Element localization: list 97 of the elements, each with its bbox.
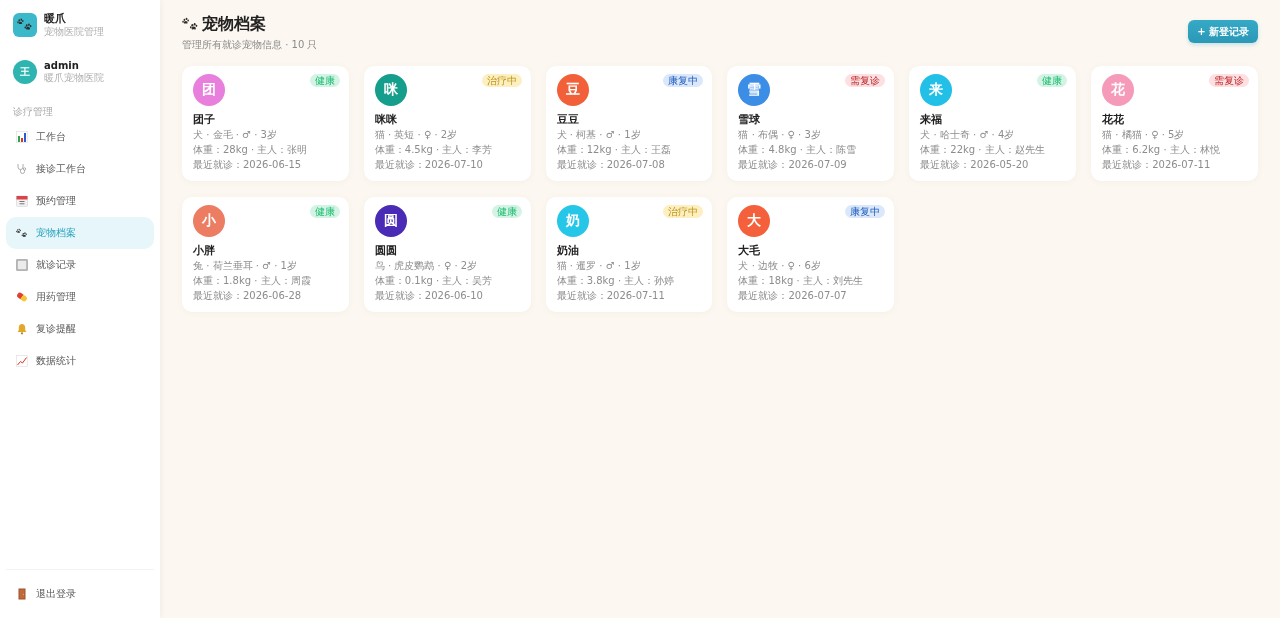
pet-weight-owner: 体重：28kg · 主人：张明 [193, 143, 309, 157]
pet-last-visit: 最近就诊：2026-07-10 [374, 158, 484, 172]
stethoscope-icon [16, 163, 28, 175]
pet-card[interactable]: 大 康复中 大毛 犬 · 边牧 · ♀ · 6岁 体重：18kg · 主人：刘先生 最近就诊：2026-07-07 [727, 197, 895, 312]
nav-item[interactable]: 用药管理 [6, 281, 154, 313]
pet-avatar: 来 [920, 74, 953, 106]
pet-info: 犬 · 柯基 · ♂ · 1岁 [556, 128, 642, 142]
calendar-icon [16, 195, 28, 207]
status-tag: 健康 [491, 205, 522, 218]
logo-icon [13, 13, 37, 37]
brand-name: 暖爪 [44, 12, 67, 26]
pet-name: 咪咪 [374, 113, 398, 127]
pet-weight-owner: 体重：22kg · 主人：赵先生 [920, 143, 1046, 157]
logout-button[interactable]: 退出登录 [6, 578, 154, 610]
pet-last-visit: 最近就诊：2026-06-10 [374, 289, 484, 303]
bell-icon [16, 323, 28, 335]
user-organization: 暖爪宠物医院 [44, 72, 104, 84]
pet-avatar: 小 [193, 205, 225, 237]
status-tag: 健康 [309, 74, 340, 87]
page-subtitle: 管理所有就诊宠物信息 · 10 只 [182, 38, 318, 52]
pet-avatar: 雪 [738, 74, 771, 106]
pet-last-visit: 最近就诊：2026-07-07 [738, 289, 848, 303]
pet-info: 犬 · 哈士奇 · ♂ · 4岁 [920, 128, 1016, 142]
pet-weight-owner: 体重：3.8kg · 主人：孙婷 [556, 274, 676, 288]
pet-avatar: 奶 [556, 205, 589, 237]
pet-last-visit: 最近就诊：2026-07-08 [556, 158, 666, 172]
nav-item[interactable]: 预约管理 [6, 185, 154, 217]
pet-info: 鸟 · 虎皮鹦鹉 · ♀ · 2岁 [374, 259, 479, 273]
pet-info: 猫 · 暹罗 · ♂ · 1岁 [556, 259, 642, 273]
pet-card[interactable]: 团 健康 团子 犬 · 金毛 · ♂ · 3岁 体重：28kg · 主人：张明 最近就诊：2026-06-15 [182, 66, 349, 181]
pet-name: 花花 [1102, 113, 1126, 127]
status-tag: 需复诊 [845, 74, 886, 87]
nav-item[interactable]: 接诊工作台 [6, 153, 154, 185]
pet-name: 奶油 [556, 244, 580, 258]
status-tag: 健康 [309, 205, 340, 218]
notebook-icon [16, 259, 28, 271]
pet-last-visit: 最近就诊：2026-07-09 [738, 158, 848, 172]
pet-name: 团子 [193, 113, 216, 127]
pet-last-visit: 最近就诊：2026-06-28 [193, 289, 303, 303]
pet-card[interactable]: 小 健康 小胖 兔 · 荷兰垂耳 · ♂ · 1岁 体重：1.8kg · 主人：周霞 最近就诊：2026-06-28 [182, 197, 349, 312]
bar-chart-icon [16, 131, 28, 143]
user-avatar: 王 [13, 59, 37, 84]
line-chart-icon [16, 355, 28, 367]
pet-last-visit: 最近就诊：2026-07-11 [556, 289, 666, 303]
pet-weight-owner: 体重：4.8kg · 主人：陈雪 [738, 143, 858, 157]
nav-item[interactable]: 工作台 [6, 121, 154, 153]
pet-avatar: 圆 [374, 205, 407, 237]
pet-last-visit: 最近就诊：2026-05-20 [920, 158, 1030, 172]
pet-weight-owner: 体重：1.8kg · 主人：周霞 [193, 274, 312, 288]
pet-info: 犬 · 金毛 · ♂ · 3岁 [193, 128, 278, 142]
pet-info: 猫 · 橘猫 · ♀ · 5岁 [1102, 128, 1186, 142]
status-tag: 需复诊 [1209, 74, 1249, 87]
pet-weight-owner: 体重：6.2kg · 主人：林悦 [1102, 143, 1221, 157]
pet-weight-owner: 体重：4.5kg · 主人：李芳 [374, 143, 494, 157]
pet-card[interactable]: 雪 需复诊 雪球 猫 · 布偶 · ♀ · 3岁 体重：4.8kg · 主人：陈雪 最近就诊：2026-07-09 [727, 66, 895, 181]
pet-name: 圆圆 [374, 244, 398, 258]
pet-avatar: 豆 [556, 74, 589, 106]
page-title: 宠物档案 [202, 14, 266, 34]
paw-icon [16, 227, 28, 239]
pet-weight-owner: 体重：18kg · 主人：刘先生 [738, 274, 864, 288]
pet-name: 大毛 [738, 244, 762, 258]
pet-name: 雪球 [738, 113, 762, 127]
pet-info: 猫 · 英短 · ♀ · 2岁 [374, 128, 459, 142]
pet-info: 猫 · 布偶 · ♀ · 3岁 [738, 128, 822, 142]
paw-icon [182, 17, 199, 31]
nav-item[interactable]: 复诊提醒 [6, 313, 154, 345]
pill-icon [16, 291, 28, 303]
pet-name: 小胖 [193, 244, 216, 258]
status-tag: 康复中 [663, 74, 704, 87]
status-tag: 康复中 [845, 205, 886, 218]
pet-name: 来福 [920, 113, 944, 127]
pet-card[interactable]: 花 需复诊 花花 猫 · 橘猫 · ♀ · 5岁 体重：6.2kg · 主人：林悦 最近就诊：2026-07-11 [1091, 66, 1258, 181]
brand-subtitle: 宠物医院管理 [44, 26, 104, 38]
pet-info: 犬 · 边牧 · ♀ · 6岁 [738, 259, 822, 273]
section-label: 诊疗管理 [12, 106, 54, 118]
nav-item[interactable]: 就诊记录 [6, 249, 154, 281]
pet-weight-owner: 体重：12kg · 主人：王磊 [556, 143, 673, 157]
pet-card[interactable]: 来 健康 来福 犬 · 哈士奇 · ♂ · 4岁 体重：22kg · 主人：赵先生 最近就诊：2026-05-20 [909, 66, 1077, 181]
pet-weight-owner: 体重：0.1kg · 主人：吴芳 [374, 274, 494, 288]
pet-card[interactable]: 豆 康复中 豆豆 犬 · 柯基 · ♂ · 1岁 体重：12kg · 主人：王磊 最近就诊：2026-07-08 [545, 66, 713, 181]
pet-last-visit: 最近就诊：2026-06-15 [193, 158, 303, 172]
status-tag: 健康 [1037, 74, 1068, 87]
pet-last-visit: 最近就诊：2026-07-11 [1102, 158, 1212, 172]
pet-avatar: 花 [1102, 74, 1135, 106]
pet-avatar: 团 [193, 74, 225, 106]
pet-card[interactable]: 圆 健康 圆圆 鸟 · 虎皮鹦鹉 · ♀ · 2岁 体重：0.1kg · 主人：吴芳 最近就诊：2026-06-10 [363, 197, 531, 312]
pet-card[interactable]: 奶 治疗中 奶油 猫 · 暹罗 · ♂ · 1岁 体重：3.8kg · 主人：孙婷 最近就诊：2026-07-11 [545, 197, 713, 312]
pet-avatar: 大 [738, 205, 771, 237]
door-icon [16, 588, 28, 600]
status-tag: 治疗中 [663, 205, 704, 218]
user-name: admin [44, 59, 80, 72]
nav-item[interactable]: 数据统计 [6, 345, 154, 377]
pet-avatar: 咪 [374, 74, 407, 106]
pet-card[interactable]: 咪 治疗中 咪咪 猫 · 英短 · ♀ · 2岁 体重：4.5kg · 主人：李芳 最近就诊：2026-07-10 [363, 66, 531, 181]
pet-name: 豆豆 [556, 113, 580, 127]
status-tag: 治疗中 [481, 74, 522, 87]
pet-info: 兔 · 荷兰垂耳 · ♂ · 1岁 [193, 259, 298, 273]
